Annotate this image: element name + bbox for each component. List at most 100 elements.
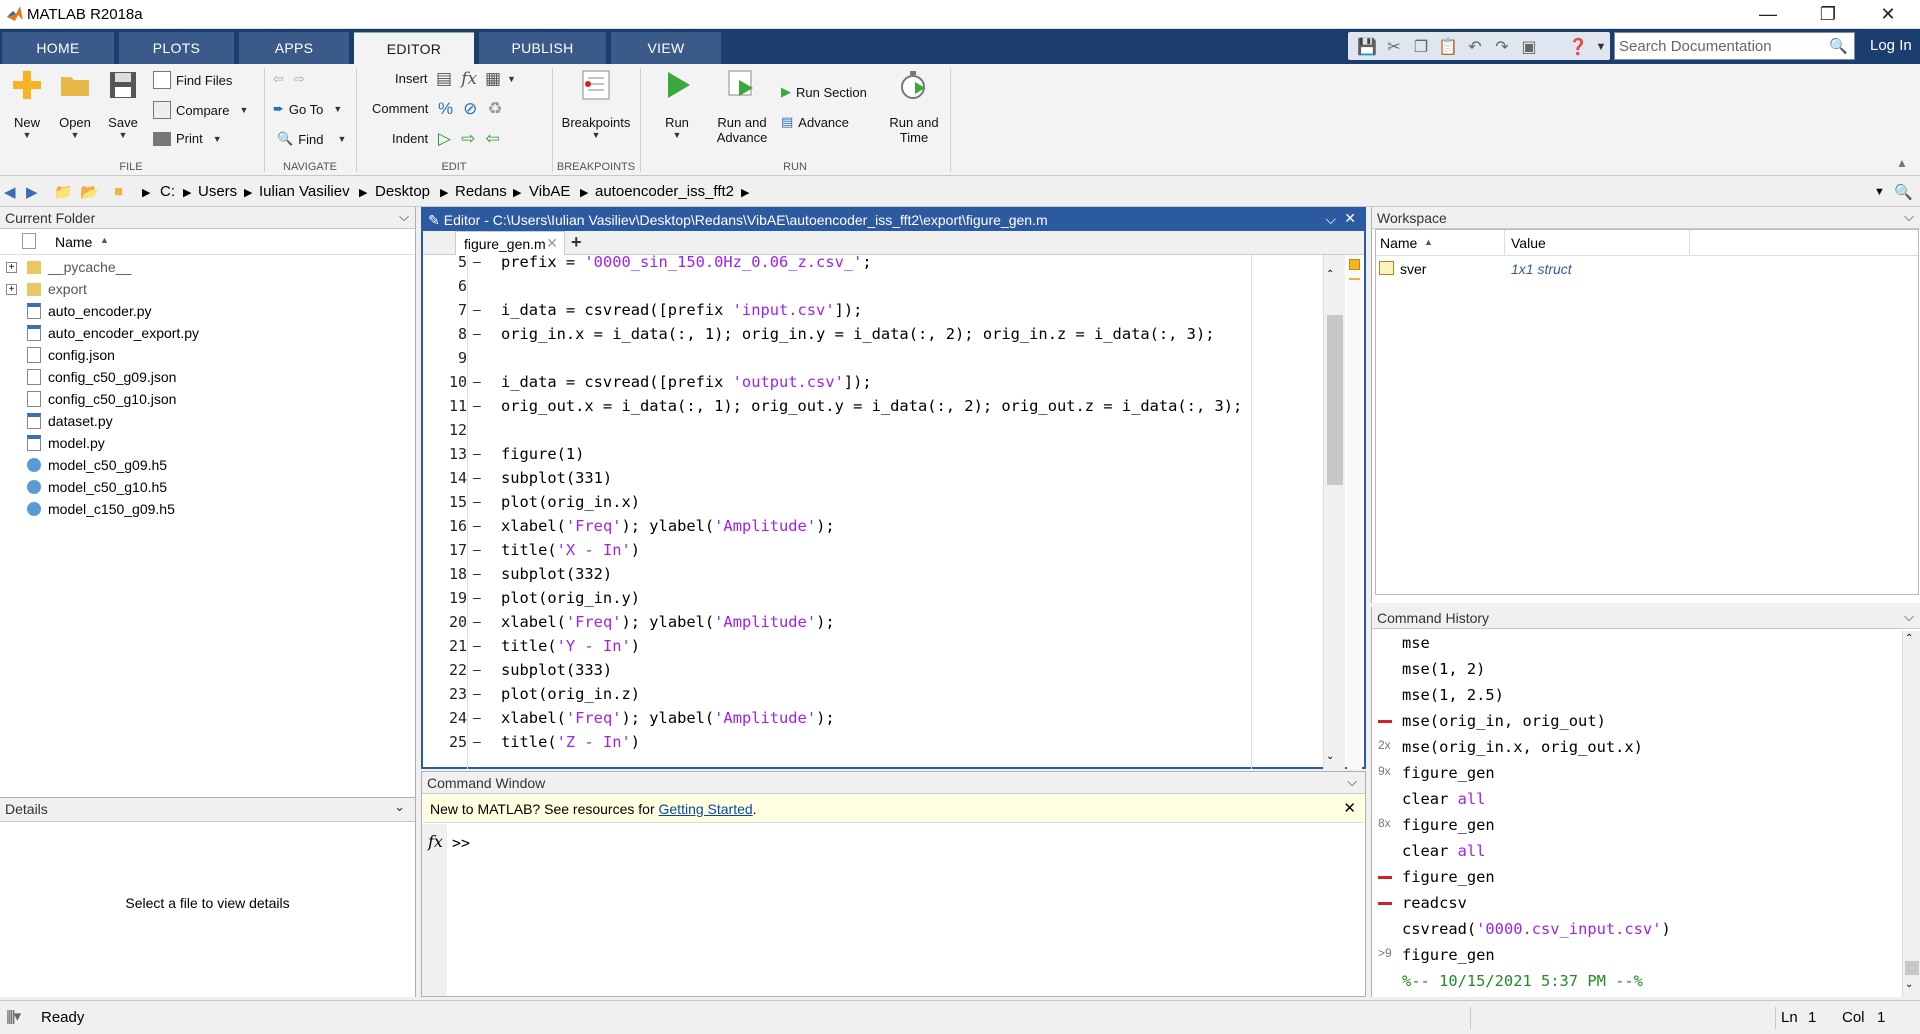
breakpoint-dash[interactable]: –	[473, 493, 481, 509]
list-item[interactable]: model_c50_g09.h5	[0, 454, 415, 476]
code-line[interactable]: xlabel('Freq'); ylabel('Amplitude');	[501, 613, 835, 631]
search-folder-icon[interactable]: 🔍	[1894, 183, 1913, 201]
save-button[interactable]: Save ▼	[102, 68, 144, 140]
indent-tools[interactable]: ▷ ⇨ ⇦	[438, 129, 500, 149]
breakpoint-dash[interactable]: –	[473, 661, 481, 677]
breakpoints-button[interactable]: Breakpoints ▼	[556, 68, 636, 140]
path-segment[interactable]: autoencoder_iss_fft2	[595, 183, 734, 200]
forward-icon[interactable]: ⇨	[294, 71, 305, 87]
history-item[interactable]: 9x figure_gen	[1372, 761, 1902, 787]
breakpoint-dash[interactable]: –	[473, 325, 481, 341]
switch-windows-icon[interactable]: ▣	[1516, 34, 1542, 60]
breakpoint-dash[interactable]: –	[473, 685, 481, 701]
code-line[interactable]: orig_in.x = i_data(:, 1); orig_in.y = i_…	[501, 325, 1214, 343]
editor-scrollbar[interactable]: ⌃ ⌄	[1323, 255, 1345, 769]
cut-icon[interactable]: ✂	[1381, 34, 1407, 60]
tab-publish[interactable]: PUBLISH	[479, 32, 606, 64]
run-button[interactable]: Run ▼	[656, 68, 698, 140]
restore-icon[interactable]: ❐	[1800, 0, 1856, 29]
insert-section-icon[interactable]: ▤	[436, 69, 452, 89]
back-forward-nav[interactable]: ⇦ ⇨	[273, 71, 305, 87]
list-item[interactable]: config_c50_g10.json	[0, 388, 415, 410]
login-link[interactable]: Log In	[1866, 33, 1916, 58]
panel-menu-icon[interactable]: ⌵	[1904, 609, 1914, 625]
tab-home[interactable]: HOME	[2, 32, 114, 64]
run-and-advance-button[interactable]: Run and Advance	[712, 68, 772, 145]
goto-button[interactable]: ➨ Go To ▼	[273, 101, 342, 117]
scroll-up-icon[interactable]: ⌃	[1326, 269, 1334, 280]
back-icon[interactable]: ◀	[4, 183, 16, 201]
history-item[interactable]: mse	[1372, 631, 1902, 657]
code-line[interactable]: figure(1)	[501, 445, 584, 463]
up-folder-icon[interactable]: 📁	[54, 183, 73, 201]
list-item[interactable]: model_c50_g10.h5	[0, 476, 415, 498]
history-item[interactable]: clear all	[1372, 839, 1902, 865]
code-line[interactable]: xlabel('Freq'); ylabel('Amplitude');	[501, 709, 835, 727]
path-segment[interactable]: Iulian Vasiliev	[259, 183, 350, 200]
editor-tab[interactable]: figure_gen.m ✕	[455, 231, 565, 255]
history-item[interactable]: clear all	[1372, 787, 1902, 813]
command-prompt[interactable]: >>	[452, 834, 470, 852]
scroll-down-icon[interactable]: ⌄	[1905, 979, 1913, 990]
function-fx-icon[interactable]: fx	[461, 69, 477, 89]
search-icon[interactable]: 🔍	[1829, 37, 1848, 55]
history-item[interactable]: mse(1, 2)	[1372, 657, 1902, 683]
breakpoint-dash[interactable]: –	[473, 637, 481, 653]
code-line[interactable]: prefix = '0000_sin_150.0Hz_0.06_z.csv_';	[501, 255, 872, 271]
history-item[interactable]: >9 figure_gen	[1372, 943, 1902, 969]
history-scrollbar[interactable]: ⌃ ⌄	[1902, 631, 1920, 997]
code-line[interactable]: subplot(333)	[501, 661, 612, 679]
run-and-time-button[interactable]: Run and Time	[884, 68, 944, 145]
redo-icon[interactable]: ↷	[1489, 34, 1515, 60]
code-line[interactable]: i_data = csvread([prefix 'input.csv']);	[501, 301, 862, 319]
path-segment[interactable]: VibAE	[529, 183, 570, 200]
chevron-down-icon[interactable]: ▼	[1588, 34, 1614, 60]
tab-plots[interactable]: PLOTS	[119, 32, 234, 64]
code-line[interactable]: xlabel('Freq'); ylabel('Amplitude');	[501, 517, 835, 535]
insert-chart-icon[interactable]: ▦	[485, 69, 501, 89]
code-line[interactable]: i_data = csvread([prefix 'output.csv']);	[501, 373, 872, 391]
tab-apps[interactable]: APPS	[239, 32, 349, 64]
path-segment[interactable]: C:	[160, 183, 175, 200]
run-section-button[interactable]: ▶ Run Section	[781, 84, 867, 100]
close-icon[interactable]: ✕	[1344, 210, 1356, 227]
new-tab-icon[interactable]: +	[571, 232, 582, 253]
expand-icon[interactable]: +	[6, 261, 17, 273]
chevron-down-icon[interactable]: ▼	[507, 74, 516, 84]
back-icon[interactable]: ⇦	[273, 71, 284, 87]
history-item[interactable]: 2x mse(orig_in.x, orig_out.x)	[1372, 735, 1902, 761]
breakpoint-dash[interactable]: –	[473, 469, 481, 485]
scrollbar-thumb[interactable]	[1327, 315, 1343, 485]
breakpoint-dash[interactable]: –	[473, 445, 481, 461]
compare-button[interactable]: Compare ▼	[153, 101, 248, 119]
breakpoint-dash[interactable]: –	[473, 255, 481, 269]
indent-button[interactable]: Indent	[392, 131, 428, 146]
scrollbar-thumb[interactable]	[1905, 961, 1919, 975]
print-button[interactable]: Print ▼	[153, 131, 222, 146]
increase-indent-icon[interactable]: ⇨	[461, 129, 475, 149]
scroll-up-icon[interactable]: ⌃	[1905, 633, 1913, 644]
function-browser-icon[interactable]: fx	[428, 832, 443, 851]
comment-button[interactable]: Comment	[372, 101, 428, 116]
chevron-down-icon[interactable]: ⌄	[394, 799, 405, 815]
path-segment[interactable]: Desktop	[375, 183, 430, 200]
panel-menu-icon[interactable]: ⌵	[1325, 211, 1336, 228]
code-line[interactable]: title('Z - In')	[501, 733, 640, 751]
list-item[interactable]: auto_encoder_export.py	[0, 322, 415, 344]
breakpoint-dash[interactable]: –	[473, 541, 481, 557]
code-line[interactable]: subplot(331)	[501, 469, 612, 487]
history-item[interactable]: %-- 10/15/2021 5:37 PM --%	[1372, 969, 1902, 995]
find-files-button[interactable]: Find Files	[153, 71, 232, 89]
list-item[interactable]: config.json	[0, 344, 415, 366]
close-icon[interactable]: ✕	[1343, 799, 1356, 817]
find-button[interactable]: 🔍 Find ▼	[277, 131, 346, 147]
panel-menu-icon[interactable]: ⌵	[1904, 209, 1914, 225]
path-segment[interactable]: Users	[198, 183, 237, 200]
browse-folder-icon[interactable]: 📂	[80, 183, 99, 201]
code-line[interactable]: orig_out.x = i_data(:, 1); orig_out.y = …	[501, 397, 1242, 415]
history-item[interactable]: figure_gen	[1372, 865, 1902, 891]
list-item[interactable]: dataset.py	[0, 410, 415, 432]
getting-started-link[interactable]: Getting Started	[659, 801, 753, 817]
breakpoint-dash[interactable]: –	[473, 589, 481, 605]
close-tab-icon[interactable]: ✕	[546, 235, 558, 252]
